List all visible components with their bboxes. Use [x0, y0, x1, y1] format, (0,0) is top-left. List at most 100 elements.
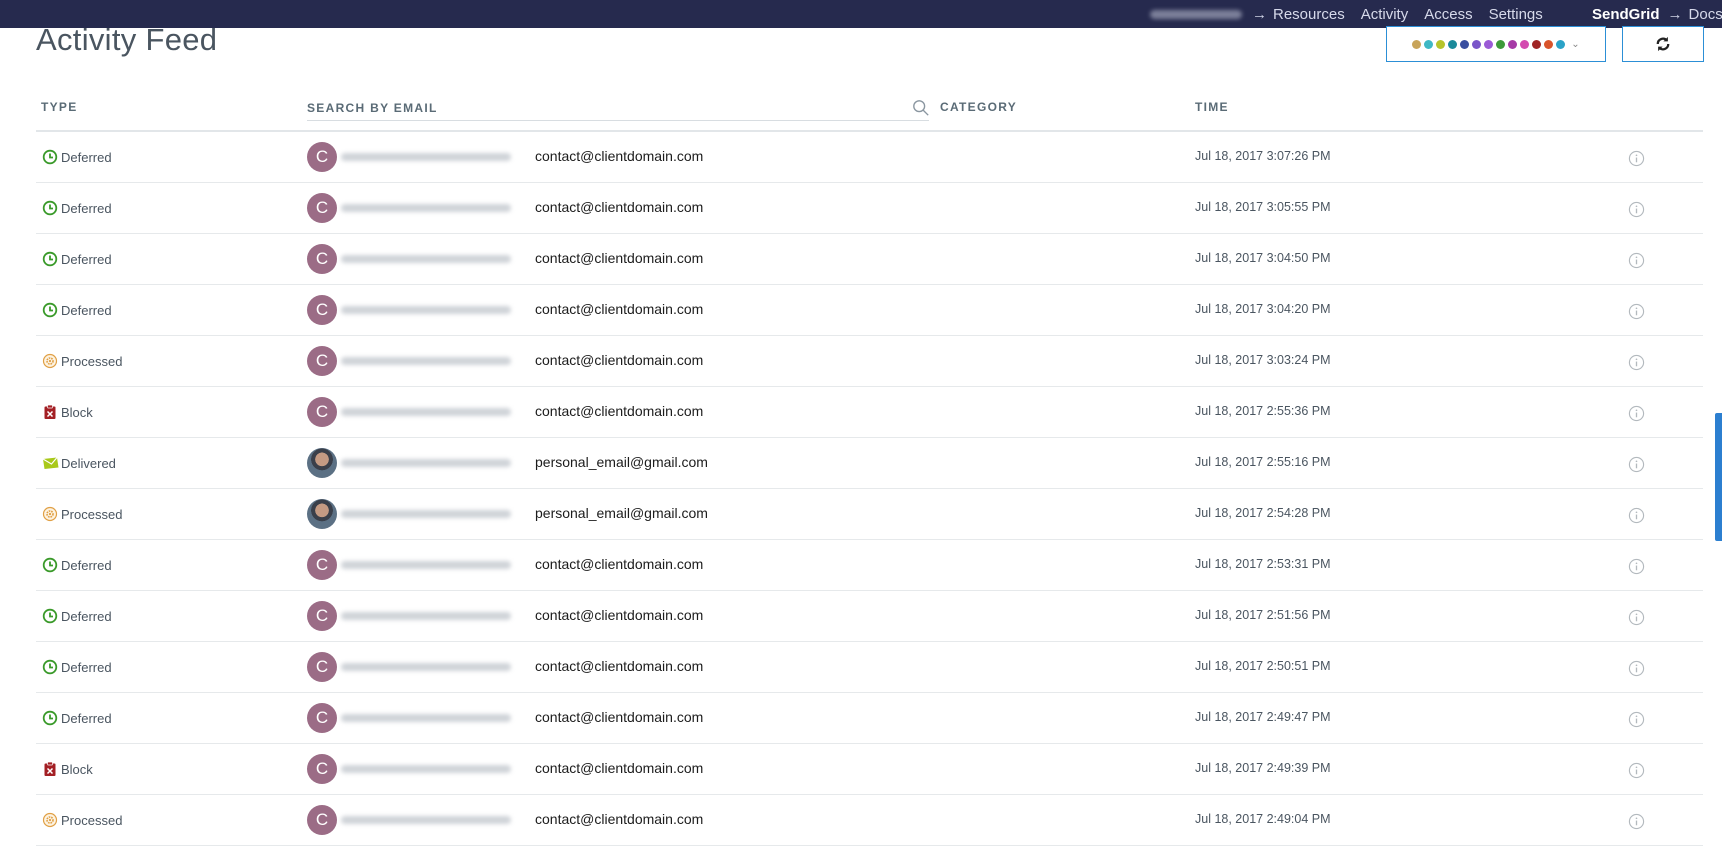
event-time: Jul 18, 2017 2:55:36 PM [1195, 404, 1331, 418]
recipient-email[interactable]: contact@clientdomain.com [535, 658, 703, 674]
nav-settings[interactable]: Settings [1489, 6, 1543, 23]
info-icon[interactable] [1628, 558, 1645, 575]
event-type-label: Processed [61, 353, 123, 369]
search-underline [307, 120, 929, 121]
sender-email-redacted [341, 612, 511, 620]
clock-icon [42, 710, 58, 726]
avatar [307, 448, 337, 478]
info-icon[interactable] [1628, 150, 1645, 167]
clock-icon [42, 608, 58, 624]
nav-access[interactable]: Access [1424, 6, 1472, 23]
nav-arrow: → [1667, 5, 1683, 23]
sender-email-redacted [341, 816, 511, 824]
clock-icon [42, 557, 58, 573]
recipient-email[interactable]: contact@clientdomain.com [535, 403, 703, 419]
filter-color-dot [1520, 39, 1530, 49]
recipient-email[interactable]: contact@clientdomain.com [535, 199, 703, 215]
nav-brand-area: SendGrid → Docs [1592, 0, 1722, 28]
table-row[interactable]: Processed C contact@clientdomain.com Jul… [36, 336, 1703, 387]
feedback-side-tab[interactable] [1715, 413, 1722, 541]
info-icon[interactable] [1628, 660, 1645, 677]
avatar: C [307, 601, 337, 631]
event-type: Deferred [42, 251, 112, 267]
filter-color-dot [1544, 39, 1554, 49]
brand-logo[interactable]: SendGrid [1592, 6, 1660, 23]
filter-color-dot [1496, 39, 1506, 49]
recipient-email[interactable]: contact@clientdomain.com [535, 148, 703, 164]
info-icon[interactable] [1628, 252, 1645, 269]
event-type-label: Deferred [61, 200, 112, 216]
account-name-redacted[interactable] [1150, 9, 1242, 19]
recipient-email[interactable]: contact@clientdomain.com [535, 301, 703, 317]
recipient-email[interactable]: contact@clientdomain.com [535, 250, 703, 266]
table-row[interactable]: Deferred C contact@clientdomain.com Jul … [36, 234, 1703, 285]
table-row[interactable]: Deferred C contact@clientdomain.com Jul … [36, 693, 1703, 744]
recipient-email[interactable]: contact@clientdomain.com [535, 760, 703, 776]
event-type-filter[interactable]: ⌄ [1386, 26, 1606, 62]
nav-arrow: → [1252, 5, 1267, 23]
avatar: C [307, 142, 337, 172]
column-header-time[interactable]: TIME [1195, 100, 1229, 114]
refresh-button[interactable] [1622, 26, 1704, 62]
info-icon[interactable] [1628, 405, 1645, 422]
nav-activity[interactable]: Activity [1361, 6, 1409, 23]
info-icon[interactable] [1628, 507, 1645, 524]
info-icon[interactable] [1628, 609, 1645, 626]
column-header-type[interactable]: TYPE [41, 100, 78, 114]
filter-color-dot [1532, 39, 1542, 49]
recipient-email[interactable]: personal_email@gmail.com [535, 505, 708, 521]
info-icon[interactable] [1628, 762, 1645, 779]
sender-email-redacted [341, 204, 511, 212]
nav-links: → Resources Activity Access Settings [1150, 0, 1559, 28]
info-icon[interactable] [1628, 711, 1645, 728]
table-row[interactable]: Processed personal_email@gmail.com Jul 1… [36, 489, 1703, 540]
info-icon[interactable] [1628, 201, 1645, 218]
recipient-email[interactable]: contact@clientdomain.com [535, 811, 703, 827]
avatar: C [307, 550, 337, 580]
event-time: Jul 18, 2017 2:54:28 PM [1195, 506, 1331, 520]
info-icon[interactable] [1628, 303, 1645, 320]
table-row[interactable]: Deferred C contact@clientdomain.com Jul … [36, 183, 1703, 234]
event-type-label: Deferred [61, 302, 112, 318]
event-type-label: Deferred [61, 251, 112, 267]
table-row[interactable]: Deferred C contact@clientdomain.com Jul … [36, 540, 1703, 591]
nav-resources[interactable]: Resources [1273, 6, 1345, 23]
table-row[interactable]: Block C contact@clientdomain.com Jul 18,… [36, 387, 1703, 438]
column-header-category[interactable]: CATEGORY [940, 100, 1017, 114]
table-row[interactable]: Deferred C contact@clientdomain.com Jul … [36, 132, 1703, 183]
recipient-email[interactable]: contact@clientdomain.com [535, 607, 703, 623]
event-type: Deferred [42, 149, 112, 165]
event-time: Jul 18, 2017 3:05:55 PM [1195, 200, 1331, 214]
info-icon[interactable] [1628, 456, 1645, 473]
sender-email-redacted [341, 765, 511, 773]
recipient-email[interactable]: contact@clientdomain.com [535, 556, 703, 572]
recipient-email[interactable]: contact@clientdomain.com [535, 709, 703, 725]
event-time: Jul 18, 2017 3:04:20 PM [1195, 302, 1331, 316]
table-row[interactable]: Deferred C contact@clientdomain.com Jul … [36, 285, 1703, 336]
nav-docs[interactable]: Docs [1689, 6, 1722, 23]
clock-icon [42, 149, 58, 165]
search-icon[interactable] [912, 99, 930, 117]
event-type: Block [42, 761, 93, 777]
info-icon[interactable] [1628, 354, 1645, 371]
avatar: C [307, 295, 337, 325]
filter-color-dot [1508, 39, 1518, 49]
avatar: C [307, 244, 337, 274]
clock-icon [42, 251, 58, 267]
avatar: C [307, 703, 337, 733]
table-row[interactable]: Deferred C contact@clientdomain.com Jul … [36, 642, 1703, 693]
event-type: Delivered [42, 455, 116, 471]
event-type-label: Deferred [61, 608, 112, 624]
envelope-icon [42, 455, 59, 471]
sender-email-redacted [341, 153, 511, 161]
table-row[interactable]: Block C contact@clientdomain.com Jul 18,… [36, 744, 1703, 795]
table-row[interactable]: Delivered personal_email@gmail.com Jul 1… [36, 438, 1703, 489]
recipient-email[interactable]: personal_email@gmail.com [535, 454, 708, 470]
search-by-email-input[interactable] [307, 98, 907, 118]
recipient-email[interactable]: contact@clientdomain.com [535, 352, 703, 368]
filter-color-dot [1412, 39, 1422, 49]
info-icon[interactable] [1628, 813, 1645, 830]
table-row[interactable]: Deferred C contact@clientdomain.com Jul … [36, 591, 1703, 642]
table-row[interactable]: Processed C contact@clientdomain.com Jul… [36, 795, 1703, 846]
filter-color-dot [1472, 39, 1482, 49]
